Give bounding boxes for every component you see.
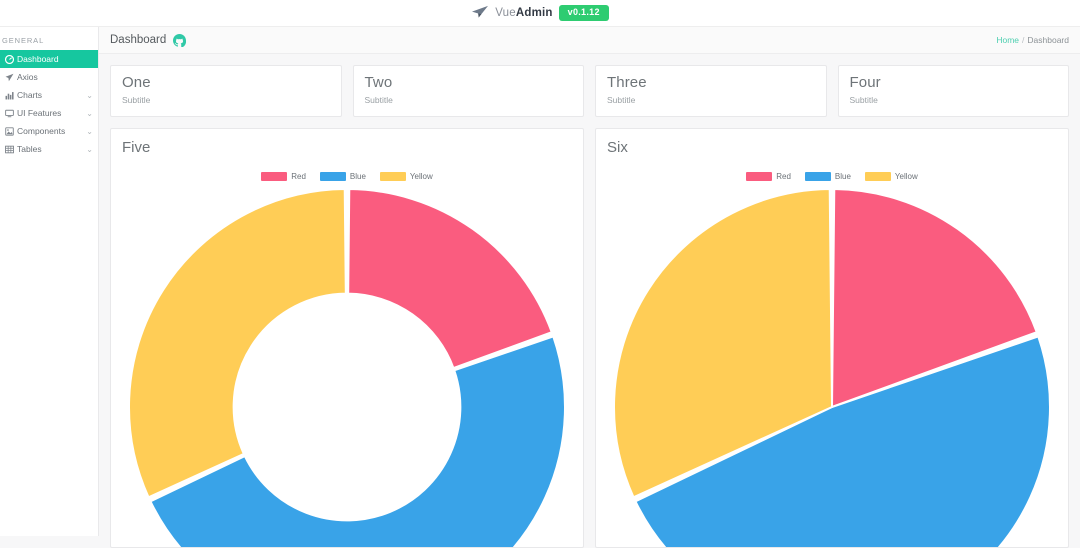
- page-title-wrap: Dashboard: [110, 34, 186, 47]
- chart-legend: Red Blue Yellow: [111, 172, 583, 181]
- sidebar: GENERAL Dashboard Axios Charts ⌄ UI Feat…: [0, 27, 99, 536]
- pie-chart[interactable]: [612, 187, 1052, 548]
- chart-legend: Red Blue Yellow: [596, 172, 1068, 181]
- pie-slice-yellow[interactable]: [129, 189, 346, 497]
- chart-bar-icon: [5, 91, 16, 100]
- chevron-down-icon: ⌄: [85, 127, 93, 136]
- breadcrumb-current: Dashboard: [1027, 35, 1069, 45]
- chart-card-title: Six: [596, 140, 1068, 157]
- main-content: Dashboard Home / Dashboard One Subtitle …: [99, 27, 1080, 536]
- desktop-icon: [5, 109, 16, 118]
- stat-card[interactable]: Three Subtitle: [595, 65, 827, 117]
- pie-slice-red[interactable]: [348, 189, 552, 368]
- legend-label: Yellow: [895, 172, 918, 181]
- stat-card-title: Three: [607, 75, 826, 92]
- sidebar-item-label: Charts: [16, 90, 85, 100]
- stat-card-row: One Subtitle Two Subtitle Three Subtitle…: [99, 54, 1080, 117]
- brand-suffix: Admin: [516, 7, 553, 19]
- breadcrumb-home[interactable]: Home: [996, 35, 1019, 45]
- stat-card-subtitle: Subtitle: [607, 95, 826, 105]
- paper-plane-icon: [5, 73, 16, 82]
- sidebar-item-axios[interactable]: Axios: [0, 68, 98, 86]
- sidebar-item-ui-features[interactable]: UI Features ⌄: [0, 104, 98, 122]
- legend-item[interactable]: Red: [746, 172, 791, 181]
- chevron-down-icon: ⌄: [85, 91, 93, 100]
- stat-card[interactable]: Four Subtitle: [838, 65, 1070, 117]
- legend-label: Red: [291, 172, 306, 181]
- chart-card-pie: Six Red Blue Yellow: [595, 128, 1069, 548]
- legend-item[interactable]: Blue: [320, 172, 366, 181]
- stat-card-subtitle: Subtitle: [365, 95, 584, 105]
- image-icon: [5, 127, 16, 136]
- sidebar-section-label: GENERAL: [0, 36, 98, 50]
- pie-chart-holder[interactable]: [596, 187, 1068, 547]
- paper-plane-icon: [471, 5, 489, 21]
- legend-item[interactable]: Yellow: [380, 172, 433, 181]
- sidebar-item-components[interactable]: Components ⌄: [0, 122, 98, 140]
- legend-swatch-yellow: [380, 172, 406, 181]
- page-header: Dashboard Home / Dashboard: [99, 27, 1080, 54]
- stat-card-title: One: [122, 75, 341, 92]
- chevron-down-icon: ⌄: [85, 109, 93, 118]
- legend-item[interactable]: Red: [261, 172, 306, 181]
- sidebar-item-label: Dashboard: [16, 54, 93, 64]
- sidebar-item-charts[interactable]: Charts ⌄: [0, 86, 98, 104]
- stat-card-title: Two: [365, 75, 584, 92]
- chart-card-title: Five: [111, 140, 583, 157]
- stat-card-subtitle: Subtitle: [122, 95, 341, 105]
- stat-card[interactable]: Two Subtitle: [353, 65, 585, 117]
- legend-swatch-blue: [805, 172, 831, 181]
- stat-card-title: Four: [850, 75, 1069, 92]
- brand-prefix: Vue: [495, 7, 516, 19]
- legend-swatch-red: [261, 172, 287, 181]
- stat-card[interactable]: One Subtitle: [110, 65, 342, 117]
- chevron-down-icon: ⌄: [85, 145, 93, 154]
- doughnut-chart-holder[interactable]: [111, 187, 583, 547]
- sidebar-item-tables[interactable]: Tables ⌄: [0, 140, 98, 158]
- legend-label: Blue: [350, 172, 366, 181]
- sidebar-item-label: Axios: [16, 72, 93, 82]
- doughnut-chart[interactable]: [127, 187, 567, 548]
- stat-card-subtitle: Subtitle: [850, 95, 1069, 105]
- sidebar-item-label: Components: [16, 126, 85, 136]
- github-icon[interactable]: [173, 34, 186, 47]
- sidebar-item-dashboard[interactable]: Dashboard: [0, 50, 98, 68]
- version-badge: v0.1.12: [559, 5, 609, 21]
- legend-swatch-blue: [320, 172, 346, 181]
- dashboard-icon: [5, 55, 16, 64]
- brand[interactable]: VueAdmin: [471, 5, 552, 21]
- legend-label: Blue: [835, 172, 851, 181]
- legend-label: Red: [776, 172, 791, 181]
- legend-item[interactable]: Yellow: [865, 172, 918, 181]
- chart-card-doughnut: Five Red Blue Yellow: [110, 128, 584, 548]
- table-icon: [5, 145, 16, 154]
- chart-card-row: Five Red Blue Yellow Six: [99, 117, 1080, 548]
- brand-text: VueAdmin: [495, 7, 552, 19]
- legend-swatch-red: [746, 172, 772, 181]
- breadcrumb: Home / Dashboard: [996, 35, 1069, 45]
- top-bar: VueAdmin v0.1.12: [0, 0, 1080, 27]
- legend-label: Yellow: [410, 172, 433, 181]
- legend-item[interactable]: Blue: [805, 172, 851, 181]
- page-title: Dashboard: [110, 34, 166, 46]
- sidebar-item-label: UI Features: [16, 108, 85, 118]
- breadcrumb-separator: /: [1022, 35, 1024, 45]
- sidebar-item-label: Tables: [16, 144, 85, 154]
- legend-swatch-yellow: [865, 172, 891, 181]
